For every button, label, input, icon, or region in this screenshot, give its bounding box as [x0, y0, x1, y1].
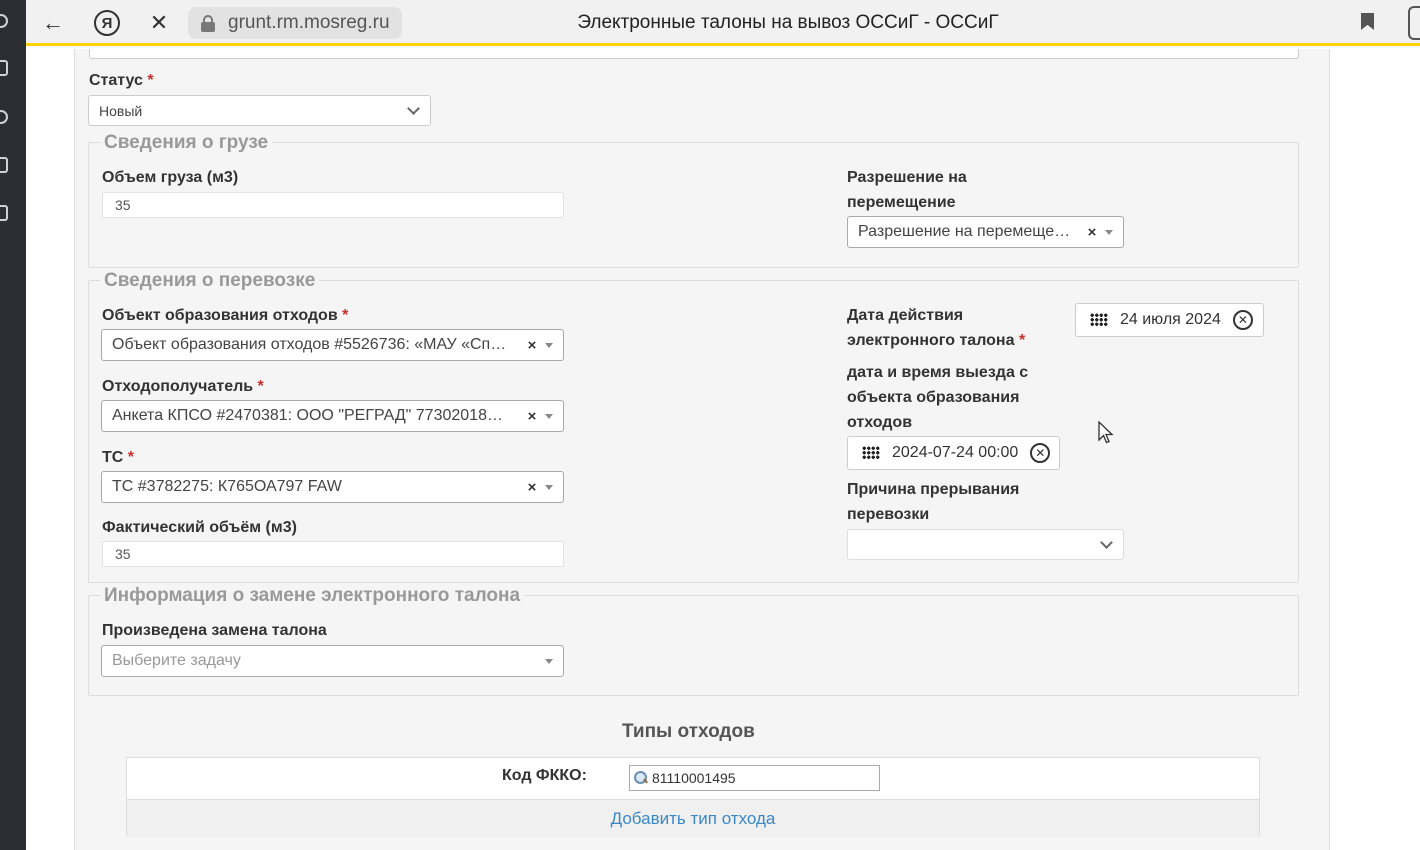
vehicle-label: ТС *	[102, 449, 135, 466]
permit-label: Разрешение на перемещение	[847, 169, 967, 211]
departure-label: дата и время выезда с объекта образования…	[847, 364, 1029, 431]
departure-datetime-picker[interactable]: 2024-07-24 00:00 ✕	[847, 436, 1060, 470]
address-bar[interactable]: grunt.rm.mosreg.ru	[188, 7, 402, 39]
replacement-legend: Информация о замене электронного талона	[100, 585, 525, 607]
vehicle-select[interactable]: ТС #3782275: К765ОА797 FAW ×	[101, 471, 564, 503]
caret-down-icon	[1105, 229, 1113, 235]
os-sidebar-circle-icon[interactable]	[0, 14, 8, 28]
validity-date-picker[interactable]: 24 июля 2024 ✕	[1075, 303, 1264, 337]
cargo-volume-input[interactable]: 35	[102, 192, 564, 218]
os-sidebar-camera-icon[interactable]	[0, 205, 8, 221]
status-label: Статус *	[89, 72, 154, 89]
interrupt-label: Причина прерывания перевозки	[847, 481, 1020, 523]
bookmark-icon[interactable]	[1361, 13, 1374, 30]
clear-icon[interactable]: ×	[525, 479, 539, 496]
url-text: grunt.rm.mosreg.ru	[228, 12, 390, 33]
calendar-icon[interactable]	[862, 446, 880, 460]
fkko-search-input[interactable]: 81110001495	[629, 765, 880, 791]
magnifier-icon	[634, 771, 648, 785]
clear-icon[interactable]: ×	[1085, 224, 1099, 241]
replacement-task-select[interactable]: Выберите задачу	[101, 645, 564, 677]
waste-types-title: Типы отходов	[622, 721, 755, 742]
back-arrow-icon[interactable]: ←	[38, 8, 68, 38]
recipient-select[interactable]: Анкета КПСО #2470381: ООО "РЕГРАД" 77302…	[101, 400, 564, 432]
recipient-label: Отходополучатель *	[102, 378, 264, 395]
waste-types-table: Код ФККО: 81110001495 Добавить тип отход…	[126, 757, 1260, 837]
close-icon[interactable]: ✕	[144, 8, 174, 38]
origin-select[interactable]: Объект образования отходов #5526736: «МА…	[101, 329, 564, 361]
os-sidebar-square-icon[interactable]	[0, 60, 8, 76]
add-waste-row: Добавить тип отхода	[127, 799, 1259, 837]
caret-down-icon	[545, 413, 553, 419]
os-sidebar-doc-icon[interactable]	[0, 157, 8, 173]
cargo-legend: Сведения о грузе	[100, 132, 273, 154]
transport-legend: Сведения о перевозке	[100, 270, 320, 292]
yandex-icon[interactable]: Я	[94, 10, 120, 36]
mouse-cursor-icon	[1098, 421, 1114, 444]
actual-volume-label: Фактический объём (м3)	[102, 519, 297, 536]
departure-datetime-value: 2024-07-24 00:00	[892, 444, 1019, 461]
os-sidebar-play-icon[interactable]	[0, 110, 8, 124]
cargo-volume-label: Объем груза (м3)	[102, 169, 239, 186]
origin-label: Объект образования отходов *	[102, 307, 349, 324]
chevron-down-icon	[1100, 536, 1113, 549]
page-content: Статус * Новый Сведения о грузе Объем гр…	[26, 49, 1420, 850]
validity-label: Дата действия электронного талона *	[847, 307, 1026, 349]
chevron-down-icon	[407, 102, 420, 115]
actual-volume-input[interactable]: 35	[102, 541, 564, 567]
caret-down-icon	[545, 658, 553, 664]
type-select-partial[interactable]	[89, 49, 1299, 59]
clear-circle-icon[interactable]: ✕	[1232, 310, 1253, 330]
caret-down-icon	[545, 342, 553, 348]
clear-circle-icon[interactable]: ✕	[1030, 443, 1051, 463]
status-select[interactable]: Новый	[88, 95, 431, 126]
validity-date-value: 24 июля 2024	[1120, 311, 1221, 328]
extension-panel-icon[interactable]	[1408, 6, 1420, 40]
calendar-icon[interactable]	[1090, 313, 1108, 327]
clear-icon[interactable]: ×	[525, 337, 539, 354]
interrupt-select[interactable]	[847, 529, 1124, 560]
fkko-value: 81110001495	[652, 770, 736, 786]
replacement-done-label: Произведена замена талона	[102, 622, 327, 639]
clear-icon[interactable]: ×	[525, 408, 539, 425]
lock-icon	[201, 15, 215, 32]
browser-toolbar: ← Я ✕ grunt.rm.mosreg.ru Электронные тал…	[26, 0, 1420, 46]
add-waste-type-link[interactable]: Добавить тип отхода	[611, 809, 776, 829]
caret-down-icon	[545, 484, 553, 490]
fkko-label: Код ФККО:	[502, 767, 587, 784]
permit-select[interactable]: Разрешение на перемеще… ×	[847, 216, 1124, 248]
os-sidebar	[0, 0, 26, 850]
form-panel: Статус * Новый Сведения о грузе Объем гр…	[74, 49, 1330, 850]
